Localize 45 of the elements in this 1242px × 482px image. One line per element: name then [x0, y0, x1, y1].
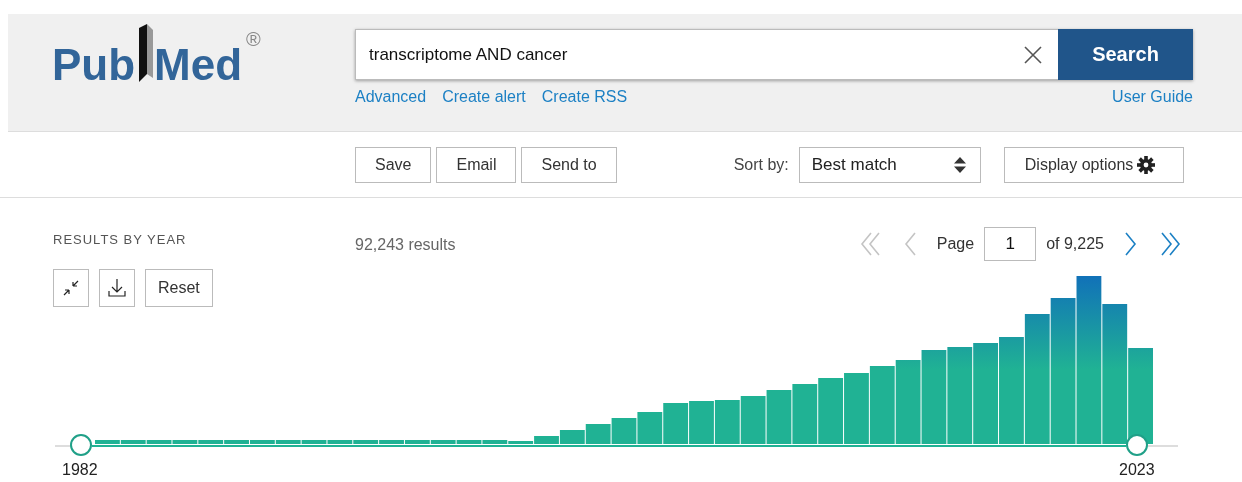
- download-button[interactable]: [99, 269, 135, 307]
- display-options-button[interactable]: Display options: [1003, 146, 1184, 183]
- histogram-bar: [844, 373, 869, 444]
- search-field[interactable]: transcriptome AND cancer: [355, 29, 1008, 80]
- book-icon: [139, 24, 154, 82]
- histogram-bar: [663, 403, 689, 444]
- histogram-bar: [689, 401, 714, 444]
- link[interactable]: Advanced: [355, 88, 427, 106]
- collapse-icon: [62, 279, 80, 297]
- action-button[interactable]: Email: [436, 146, 517, 183]
- download-icon: [107, 278, 127, 298]
- sort-caret-icon: [953, 155, 966, 174]
- slider-handle[interactable]: [1126, 434, 1148, 456]
- clear-button[interactable]: [1008, 29, 1058, 80]
- action-button[interactable]: Save: [355, 146, 432, 183]
- page-label: Page: [936, 235, 975, 253]
- link[interactable]: Create alert: [442, 88, 526, 106]
- histogram-bar: [611, 418, 637, 444]
- histogram-bar: [766, 390, 792, 444]
- sort-label: Sort by:: [733, 155, 789, 174]
- histogram-bar: [714, 400, 740, 444]
- user-guide-link[interactable]: User Guide: [1112, 88, 1193, 106]
- histogram-bar: [637, 412, 663, 444]
- histogram-bar: [740, 396, 766, 444]
- sort-select[interactable]: Best match: [798, 146, 981, 183]
- histogram-bar: [585, 424, 611, 444]
- action-button[interactable]: Send to: [521, 146, 617, 183]
- link[interactable]: Create RSS: [541, 88, 628, 106]
- page-field[interactable]: 1: [984, 227, 1037, 261]
- year-label: 2023: [1119, 461, 1155, 479]
- reset-button[interactable]: Reset: [145, 269, 213, 307]
- year-label: 1982: [62, 461, 98, 479]
- search-button[interactable]: Search: [1058, 29, 1193, 80]
- histogram-bar: [792, 384, 818, 444]
- slider-handle[interactable]: [70, 434, 92, 456]
- registered-mark: ®: [246, 28, 261, 51]
- logo-text: Pub: [52, 40, 136, 90]
- collapse-button[interactable]: [53, 269, 89, 307]
- histogram-bar: [818, 378, 844, 444]
- page-total: of 9,225: [1046, 235, 1104, 253]
- gear-icon: [1137, 155, 1156, 174]
- section-title: RESULTS BY YEAR: [53, 232, 187, 247]
- result-count: 92,243 results: [355, 236, 456, 254]
- logo-text: Med: [154, 40, 243, 90]
- close-icon: [1023, 44, 1043, 65]
